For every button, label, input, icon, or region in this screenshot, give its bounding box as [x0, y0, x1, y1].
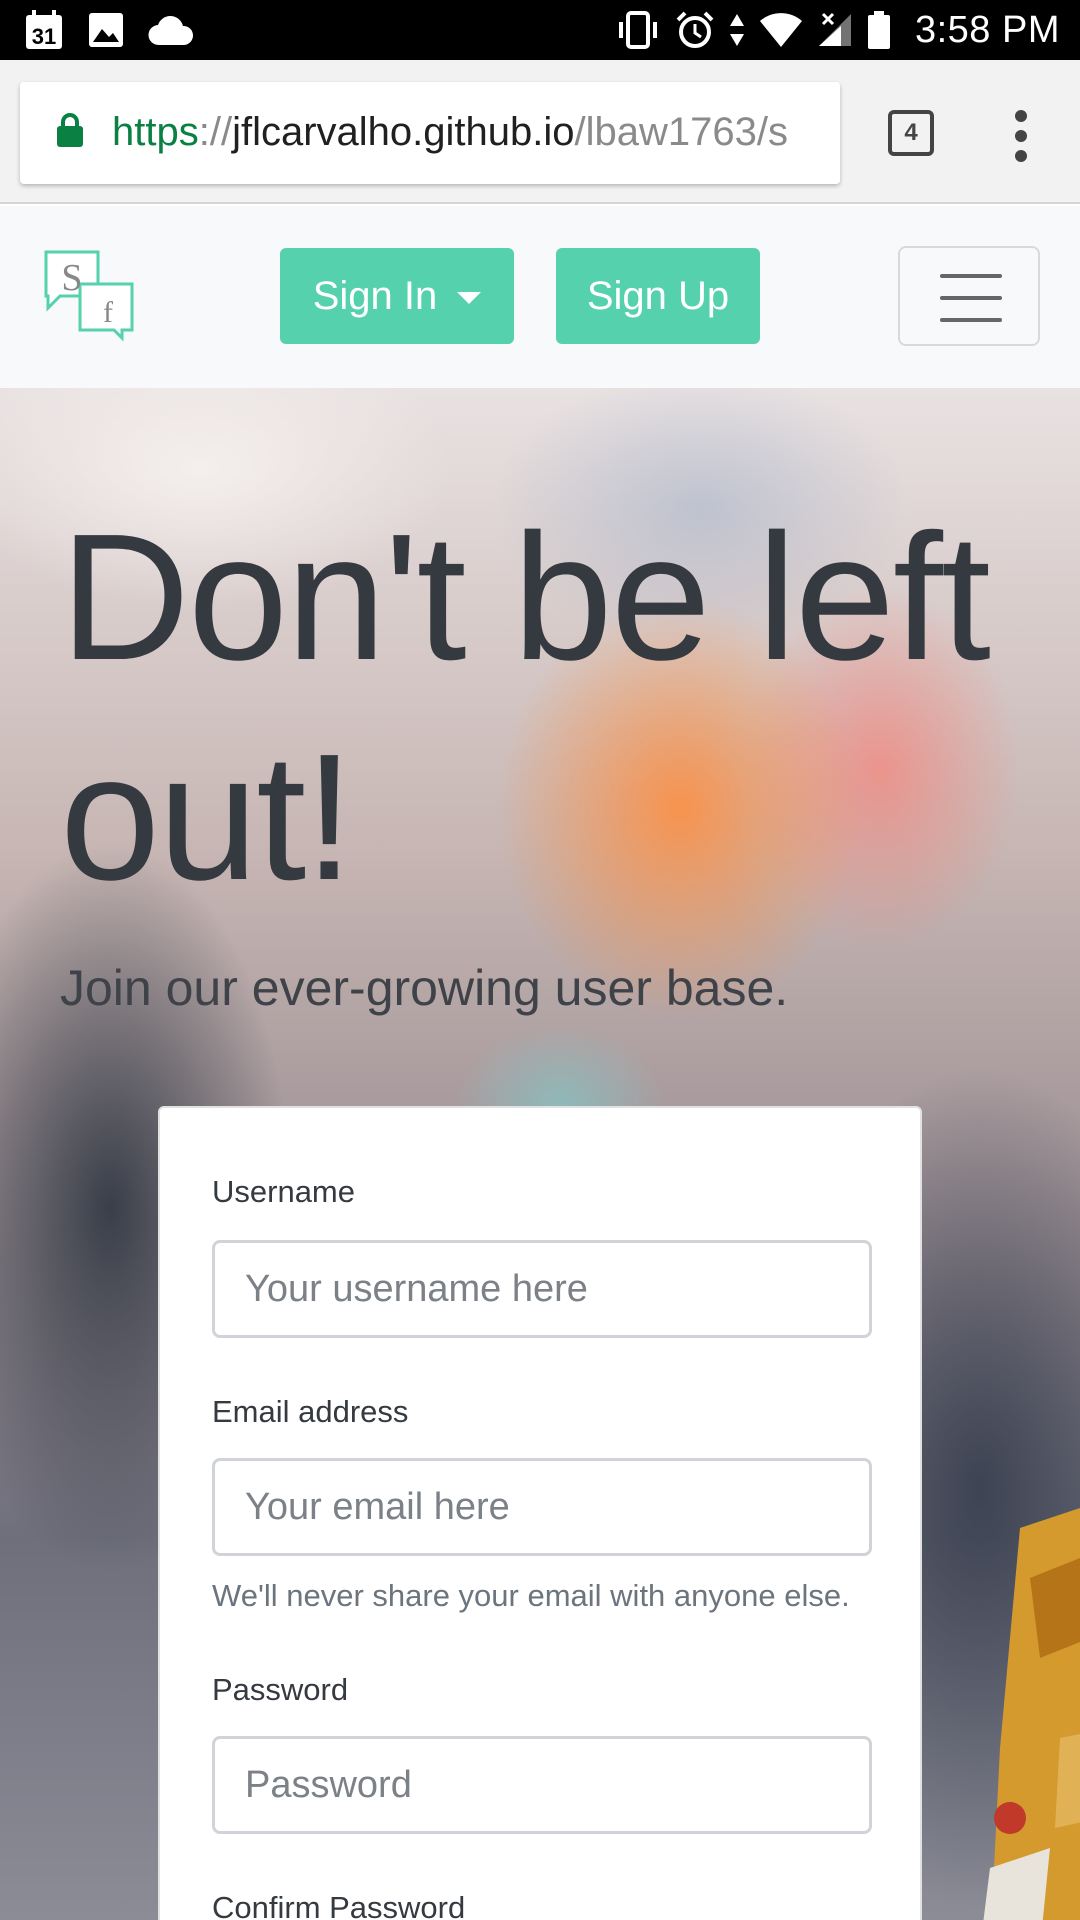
url-fade	[810, 82, 840, 184]
email-help-text: We'll never share your email with anyone…	[212, 1578, 850, 1613]
cell-signal-icon	[817, 12, 853, 48]
cloud-icon	[148, 14, 194, 46]
hamburger-line	[940, 274, 1002, 278]
logo-letter-s: S	[61, 257, 82, 299]
password-input[interactable]	[212, 1736, 872, 1834]
lock-icon	[56, 112, 84, 153]
hero-subtitle: Join our ever-growing user base.	[60, 960, 789, 1016]
url-text: https://jflcarvalho.github.io/lbaw1763/s	[112, 104, 788, 160]
data-arrows-icon	[729, 12, 745, 48]
browser-menu-icon[interactable]	[1008, 108, 1036, 164]
sign-up-label: Sign Up	[586, 273, 730, 318]
url-scheme: https	[112, 110, 199, 154]
image-icon	[88, 12, 124, 48]
status-bar: 31 3:58 PM	[0, 0, 1080, 60]
address-bar[interactable]: https://jflcarvalho.github.io/lbaw1763/s	[20, 82, 840, 184]
calendar-day: 31	[32, 24, 56, 49]
confirm-password-label: Confirm Password	[212, 1890, 466, 1920]
vibrate-icon	[615, 10, 661, 50]
username-input[interactable]	[212, 1240, 872, 1338]
battery-icon	[867, 10, 891, 50]
alarm-icon	[675, 10, 715, 50]
sign-in-label: Sign In	[312, 273, 438, 318]
status-right: 3:58 PM	[615, 0, 1060, 60]
username-label: Username	[212, 1174, 355, 1209]
browser-toolbar: https://jflcarvalho.github.io/lbaw1763/s…	[0, 60, 1080, 204]
wifi-icon	[759, 12, 803, 48]
hamburger-line	[940, 296, 1002, 300]
calendar-icon: 31	[24, 9, 64, 51]
site-navbar: S f Sign In Sign Up	[0, 206, 1080, 388]
hero-section: Don't be left out! Join our ever-growing…	[0, 388, 1080, 1920]
sign-up-button[interactable]: Sign Up	[556, 248, 760, 344]
hero-title: Don't be left out!	[60, 497, 991, 918]
url-path: /lbaw1763/s	[574, 110, 788, 154]
caret-down-icon	[457, 292, 482, 304]
sign-in-dropdown-button[interactable]: Sign In	[280, 248, 514, 344]
logo-letter-f: f	[103, 296, 113, 329]
hamburger-line	[940, 318, 1002, 322]
url-separator: ://	[198, 110, 233, 154]
signup-form-card: Username Email address We'll never share…	[158, 1106, 922, 1920]
email-label: Email address	[212, 1394, 409, 1429]
email-input[interactable]	[212, 1458, 872, 1556]
background-figure-image	[983, 1508, 1080, 1920]
tab-switcher-button[interactable]: 4	[888, 110, 934, 156]
url-host: jflcarvalho.github.io	[232, 110, 575, 154]
status-left: 31	[24, 8, 194, 52]
password-label: Password	[212, 1672, 349, 1707]
status-time: 3:58 PM	[914, 8, 1060, 51]
menu-toggle-button[interactable]	[898, 246, 1040, 346]
brand-logo[interactable]: S f	[44, 250, 136, 342]
